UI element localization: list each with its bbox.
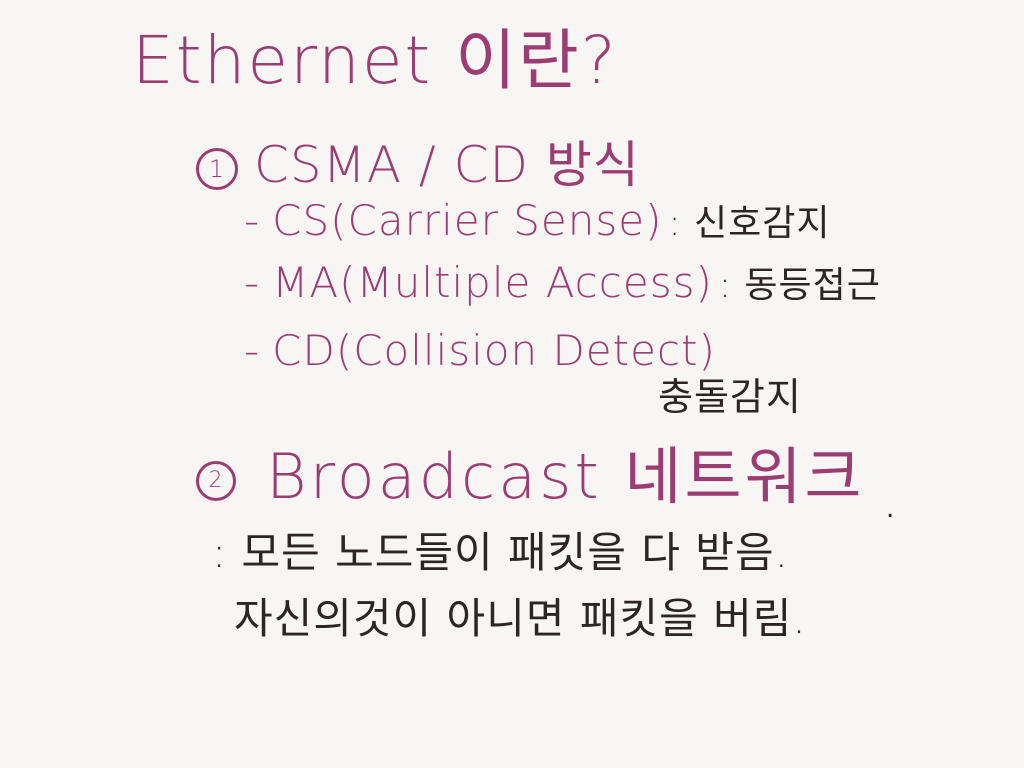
explanation-line-2: 자신의것이 아니면 패킷을 버림. — [234, 594, 807, 643]
section-1-heading: 1 CSMA / CD 방식 — [196, 140, 640, 190]
bullet-ma: - MA(Multiple Access): 동등접근 — [244, 262, 881, 304]
bullet-dash: - — [244, 326, 261, 375]
bullet-term: CD(Collision Detect) — [272, 326, 716, 375]
bullet-term: CS(Carrier Sense) — [272, 196, 663, 245]
bullet-dash: - — [244, 258, 261, 307]
section-number-1: 1 — [196, 147, 238, 190]
bullet-cs: - CS(Carrier Sense): 신호감지 — [244, 200, 831, 242]
trailing-dot: . — [886, 494, 895, 524]
section-2-heading: 2 Broadcast 네트워크 — [196, 446, 865, 508]
bullet-definition: : 동등접근 — [718, 265, 881, 306]
page-title: Ethernet 이란? — [132, 22, 618, 99]
bullet-term: MA(Multiple Access) — [272, 258, 713, 307]
explanation-line-1: : 모든 노드들이 패킷을 다 받음. — [212, 528, 789, 577]
section-1-title: CSMA / CD 방식 — [254, 136, 640, 194]
bullet-cd: - CD(Collision Detect) — [244, 330, 716, 372]
section-2-title: Broadcast 네트워크 — [266, 440, 865, 513]
section-number-2: 2 — [196, 461, 236, 501]
bullet-definition: : 신호감지 — [668, 203, 831, 244]
bullet-definition: 충돌감지 — [658, 375, 802, 419]
bullet-dash: - — [244, 196, 261, 245]
